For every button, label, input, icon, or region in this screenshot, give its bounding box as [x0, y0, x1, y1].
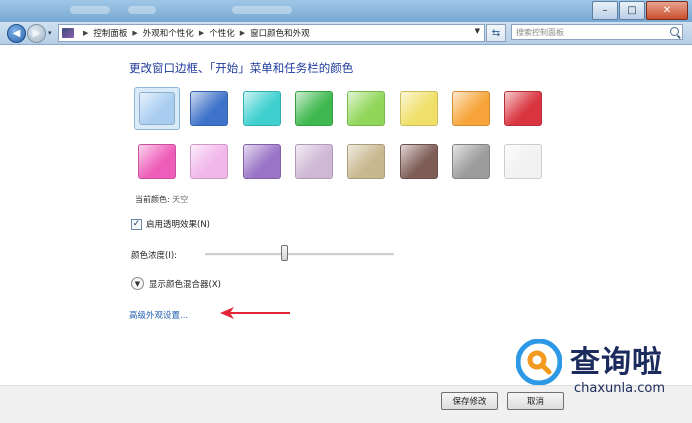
page-title: 更改窗口边框、「开始」菜单和任务栏的颜色	[129, 61, 354, 75]
current-color-value: 天空	[172, 195, 189, 204]
color-swatch[interactable]	[134, 87, 180, 130]
back-button[interactable]: ◀	[7, 24, 26, 43]
color-swatch-fill	[347, 91, 386, 126]
color-swatch[interactable]	[291, 87, 337, 130]
color-swatch-fill	[139, 92, 175, 125]
color-swatch[interactable]	[448, 87, 494, 130]
color-swatch-fill	[451, 91, 490, 126]
color-swatch-fill	[451, 144, 490, 179]
color-mixer-label[interactable]: 显示颜色混合器(X)	[149, 278, 221, 290]
save-changes-button[interactable]: 保存修改	[441, 392, 498, 410]
color-swatch-fill	[399, 91, 438, 126]
refresh-icon: ⇆	[491, 27, 501, 39]
color-swatch[interactable]	[343, 87, 389, 130]
breadcrumb-personalization[interactable]: 个性化	[209, 27, 235, 39]
breadcrumb-control-panel[interactable]: 控制面板	[93, 27, 127, 39]
color-swatch[interactable]	[500, 140, 546, 183]
chevron-down-icon[interactable]: ▼	[131, 277, 144, 290]
history-dropdown-icon[interactable]: ▾	[48, 29, 52, 37]
chevron-right-icon: ▶	[239, 29, 246, 37]
transparency-label[interactable]: 启用透明效果(N)	[146, 218, 210, 230]
chevron-right-icon: ▶	[83, 29, 89, 37]
breadcrumb-window-color[interactable]: 窗口颜色和外观	[250, 27, 310, 39]
transparency-option[interactable]: ✓ 启用透明效果(N)	[131, 218, 210, 230]
current-color-label: 当前颜色:	[135, 195, 170, 204]
color-intensity-slider[interactable]	[205, 253, 394, 256]
address-bar[interactable]: ▶ 控制面板 ▶ 外观和个性化 ▶ 个性化 ▶ 窗口颜色和外观 ▼	[58, 24, 485, 42]
transparency-checkbox[interactable]: ✓	[131, 218, 142, 230]
color-swatch[interactable]	[396, 140, 442, 183]
refresh-button[interactable]: ⇆	[486, 24, 506, 42]
color-swatch[interactable]	[186, 140, 232, 183]
chevron-right-icon: ▶	[132, 29, 138, 37]
color-swatch-fill	[190, 91, 229, 126]
window-controls: – □ ✕	[591, 1, 688, 20]
color-swatch-fill	[294, 91, 333, 126]
color-swatch[interactable]	[239, 87, 285, 130]
current-color: 当前颜色: 天空	[135, 194, 188, 205]
search-box[interactable]	[511, 24, 683, 40]
color-swatch-fill	[242, 144, 281, 179]
color-swatch[interactable]	[396, 87, 442, 130]
color-swatch[interactable]	[500, 87, 546, 130]
blurred-title	[128, 6, 156, 14]
color-mixer-toggle[interactable]: ▼ 显示颜色混合器(X)	[131, 277, 221, 290]
color-swatch[interactable]	[343, 140, 389, 183]
color-swatch[interactable]	[448, 140, 494, 183]
search-input[interactable]	[512, 25, 666, 39]
color-swatch-fill	[190, 144, 229, 179]
search-icon[interactable]	[670, 27, 679, 36]
color-swatch[interactable]	[291, 140, 337, 183]
navigation-bar: ◀ ▶ ▾ ▶ 控制面板 ▶ 外观和个性化 ▶ 个性化 ▶ 窗口颜色和外观 ▼ …	[0, 22, 692, 45]
maximize-button[interactable]: □	[619, 1, 645, 20]
advanced-appearance-link[interactable]: 高级外观设置...	[129, 309, 188, 321]
address-dropdown-icon[interactable]: ▼	[475, 27, 480, 35]
window-titlebar: – □ ✕	[0, 0, 692, 22]
close-button[interactable]: ✕	[646, 1, 688, 20]
watermark-text: 查询啦	[570, 345, 663, 380]
color-swatch-fill	[399, 144, 438, 179]
color-swatch[interactable]	[186, 87, 232, 130]
blurred-title	[70, 6, 110, 14]
magnifier-logo-icon	[516, 339, 562, 385]
breadcrumb-appearance[interactable]: 外观和个性化	[143, 27, 194, 39]
color-swatch-fill	[294, 144, 333, 179]
watermark-url: chaxunla.com	[574, 381, 665, 396]
color-swatch[interactable]	[239, 140, 285, 183]
color-swatch[interactable]	[134, 140, 180, 183]
color-swatch-fill	[242, 91, 281, 126]
blurred-title	[232, 6, 292, 14]
forward-button[interactable]: ▶	[27, 24, 46, 43]
color-swatch-fill	[138, 144, 176, 179]
chevron-right-icon: ▶	[198, 29, 205, 37]
red-arrow-annotation	[220, 307, 290, 319]
color-intensity-slider-thumb[interactable]	[281, 245, 289, 261]
minimize-button[interactable]: –	[592, 1, 618, 20]
color-swatch-fill	[347, 144, 386, 179]
color-intensity-label: 颜色浓度(I):	[131, 251, 178, 261]
control-panel-icon	[62, 28, 74, 38]
color-swatch-fill	[504, 144, 543, 179]
color-swatch-fill	[504, 91, 543, 126]
watermark: 查询啦 chaxunla.com	[512, 333, 692, 405]
